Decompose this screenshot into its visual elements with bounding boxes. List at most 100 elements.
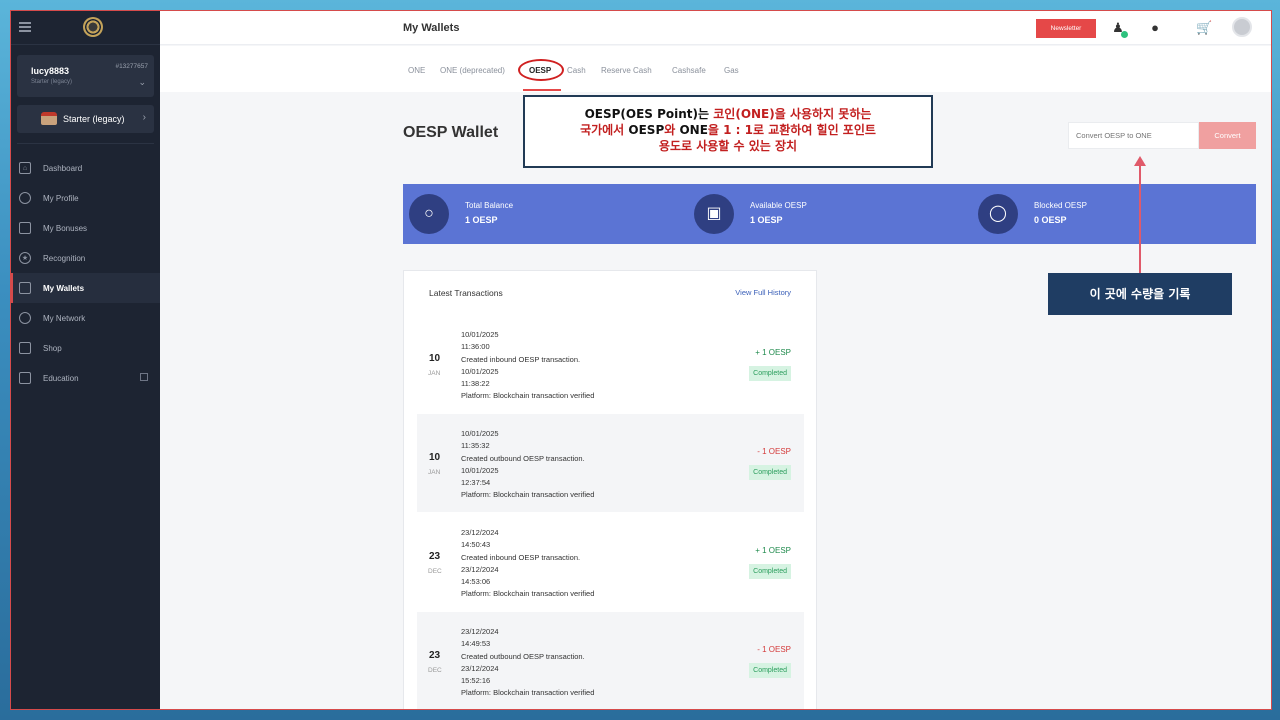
table-row[interactable]: 10 JAN 10/01/2025 11:36:00 Created inbou… [417,315,804,413]
tx-month: DEC [428,667,442,674]
balance-label: Total Balance [465,201,514,210]
wallet-tabs: ONE ONE (deprecated) OESP Cash Reserve C… [160,46,1271,92]
logo-icon[interactable] [83,17,103,37]
sidebar-item-dashboard[interactable]: ⌂ Dashboard [11,153,160,183]
tx-line: 11:36:00 [461,342,490,352]
tab-cashsafe[interactable]: Cashsafe [672,66,706,75]
sidebar-item-my-bonuses[interactable]: My Bonuses [11,213,160,243]
sidebar-item-my-network[interactable]: My Network [11,303,160,333]
briefcase-icon [41,112,57,125]
convert-amount-input[interactable] [1068,122,1199,149]
safe-icon: ▣ [694,194,734,234]
note-text: 국가에서 [580,123,629,137]
tx-amount: + 1 OESP [755,348,791,357]
tx-day: 10 [429,353,441,364]
sidebar-item-label: My Wallets [43,283,85,293]
external-link-icon [140,373,148,381]
wallet-icon [19,282,31,294]
sidebar-item-label: Dashboard [43,163,83,173]
note-text: 와 [664,123,680,137]
view-full-history-link[interactable]: View Full History [735,288,791,297]
convert-button[interactable]: Convert [1199,122,1256,149]
sidebar-item-label: Education [43,373,79,383]
tx-details: 10/01/2025 11:35:32 Created outbound OES… [461,428,594,502]
tab-gas[interactable]: Gas [724,66,739,75]
tx-details: 23/12/2024 14:50:43 Created inbound OESP… [461,527,594,601]
chevron-right-icon: › [142,112,146,123]
sidebar-item-my-wallets[interactable]: My Wallets [11,273,160,303]
tx-line: 11:38:22 [461,379,490,389]
star-icon: ★ [19,252,31,264]
avatar[interactable] [1232,17,1252,37]
home-icon: ⌂ [19,162,31,174]
plan-card[interactable]: Starter (legacy) › [17,105,154,133]
tx-line: 12:37:54 [461,478,491,488]
user-name: lucy8883 [31,66,70,76]
balance-label: Blocked OESP [1034,201,1087,210]
tx-month: JAN [428,370,441,377]
table-row[interactable]: 10 JAN 10/01/2025 11:35:32 Created outbo… [417,414,804,512]
note-text: ONE [679,123,708,137]
sidebar-item-label: My Profile [43,193,79,203]
tx-day: 23 [429,650,441,661]
status-badge: Completed [749,564,791,579]
newsletter-button[interactable]: Newsletter [1036,19,1096,38]
note-line-2: 국가에서 OESP와 ONE을 1 : 1로 교환하여 힐인 포인트 [525,122,931,138]
note-line-3: 용도로 사용할 수 있는 장치 [658,139,798,153]
app-window: lucy8883 #13277657 Starter (legacy) ⌄ St… [10,10,1272,710]
tx-amount: + 1 OESP [755,546,791,555]
hamburger-menu-icon[interactable] [19,22,31,32]
shield-icon: ◯ [978,194,1018,234]
sidebar-item-my-profile[interactable]: My Profile [11,183,160,213]
top-bar: My Wallets Newsletter ♟ ● 🛒 [160,11,1271,45]
balance-value: 1 OESP [750,215,783,225]
table-row[interactable]: 23 DEC 23/12/2024 14:49:53 Created outbo… [417,612,804,709]
tx-day: 23 [429,551,441,562]
tx-line: Platform: Blockchain transaction verifie… [461,490,595,500]
page-title: My Wallets [403,22,460,34]
annotation-callout: 이 곳에 수량을 기록 [1048,273,1232,315]
note-text: OESP [628,123,665,137]
transactions-heading: Latest Transactions [429,288,503,298]
sidebar-item-shop[interactable]: Shop [11,333,160,363]
network-icon [19,312,31,324]
sidebar-item-label: Shop [43,343,62,353]
tab-cash[interactable]: Cash [567,66,586,75]
balance-label: Available OESP [750,201,807,210]
tx-line: Platform: Blockchain transaction verifie… [461,589,595,599]
tab-one-deprecated[interactable]: ONE (deprecated) [440,66,505,75]
tab-reserve-cash[interactable]: Reserve Cash [601,66,652,75]
active-tab-underline [523,89,561,91]
balance-summary: ○ Total Balance 1 OESP ▣ Available OESP … [403,184,1256,244]
sidebar-header [11,11,160,45]
tx-amount: - 1 OESP [757,645,791,654]
sidebar-item-label: My Bonuses [43,223,88,233]
wallet-title: OESP Wallet [403,124,499,141]
plan-label: Starter (legacy) [63,114,125,124]
user-id: #13277657 [115,63,148,70]
tab-highlight-circle [518,59,564,81]
sidebar-item-recognition[interactable]: ★ Recognition [11,243,160,273]
sidebar-item-education[interactable]: Education [11,363,160,393]
tx-line: 14:50:43 [461,540,491,550]
tx-line: 23/12/2024 [461,627,499,636]
tx-amount: - 1 OESP [757,447,791,456]
cart-icon[interactable]: 🛒 [1196,20,1212,36]
chevron-down-icon[interactable]: ⌄ [138,77,146,88]
add-user-icon[interactable]: ♟ [1110,20,1128,38]
tx-line: Created outbound OESP transaction. [461,651,585,661]
annotation-arrow [1139,163,1141,279]
status-badge: Completed [749,663,791,678]
tx-line: Created inbound OESP transaction. [461,354,581,364]
tx-line: 23/12/2024 [461,663,499,673]
sidebar-item-label: My Network [43,313,86,323]
user-card[interactable]: lucy8883 #13277657 Starter (legacy) ⌄ [17,55,154,97]
tx-line: 10/01/2025 [461,465,499,475]
sidebar-item-label: Recognition [43,253,86,263]
note-text: 을 1 : 1로 교환하여 힐인 포인트 [707,123,876,137]
status-badge: Completed [749,465,791,480]
tab-one[interactable]: ONE [408,66,425,75]
table-row[interactable]: 23 DEC 23/12/2024 14:50:43 Created inbou… [417,513,804,611]
chat-icon[interactable]: ● [1147,20,1163,36]
balance-value: 0 OESP [1034,215,1067,225]
